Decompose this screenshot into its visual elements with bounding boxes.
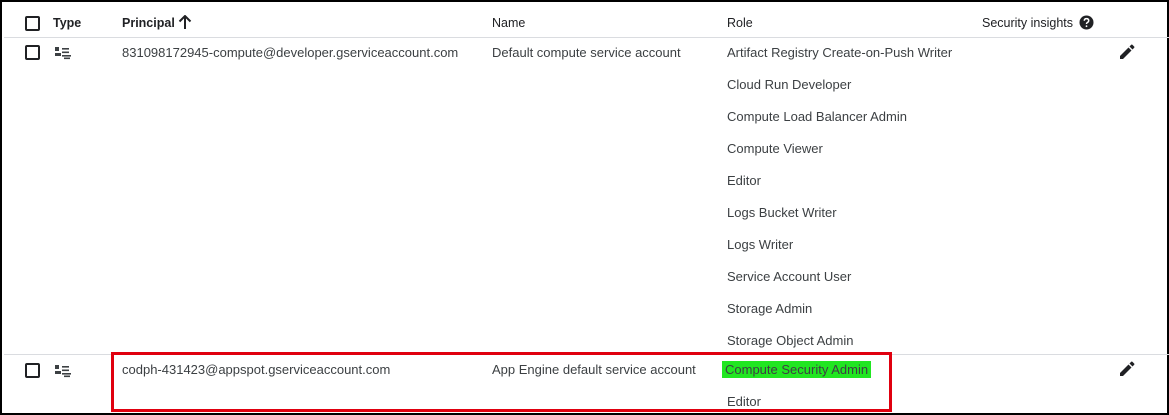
help-circle-icon[interactable]: [1079, 15, 1094, 30]
column-header-role[interactable]: Role: [727, 16, 753, 30]
pencil-icon[interactable]: [1119, 44, 1135, 60]
row-checkbox[interactable]: [25, 363, 40, 378]
role-item: Service Account User: [727, 269, 852, 284]
role-item: Storage Admin: [727, 301, 813, 316]
pencil-icon[interactable]: [1119, 361, 1135, 377]
role-item: Artifact Registry Create-on-Push Writer: [727, 45, 953, 60]
role-item: Logs Bucket Writer: [727, 205, 837, 220]
select-all-checkbox[interactable]: [25, 16, 40, 31]
role-item: Compute Load Balancer Admin: [727, 109, 907, 124]
column-header-name[interactable]: Name: [492, 16, 525, 30]
column-header-principal[interactable]: Principal: [122, 16, 175, 30]
principal-name: Default compute service account: [492, 45, 681, 60]
service-account-icon: [55, 47, 71, 60]
header-divider: [4, 37, 1169, 38]
service-account-icon: [55, 365, 71, 378]
row-checkbox[interactable]: [25, 45, 40, 60]
principal-email[interactable]: 831098172945-compute@developer.gservicea…: [122, 45, 458, 60]
role-item: Cloud Run Developer: [727, 77, 852, 92]
column-header-security-insights: Security insights: [982, 16, 1074, 30]
column-header-type[interactable]: Type: [53, 16, 81, 30]
role-item: Editor: [727, 173, 761, 188]
arrow-up-icon[interactable]: [178, 15, 192, 30]
column-header-principal-label: Principal: [122, 16, 175, 30]
annotation-highlight-box: [111, 352, 892, 412]
iam-principals-table: Type Principal Name Role Security insigh…: [0, 0, 1169, 415]
role-item: Logs Writer: [727, 237, 794, 252]
role-item: Compute Viewer: [727, 141, 823, 156]
role-item: Storage Object Admin: [727, 333, 854, 348]
